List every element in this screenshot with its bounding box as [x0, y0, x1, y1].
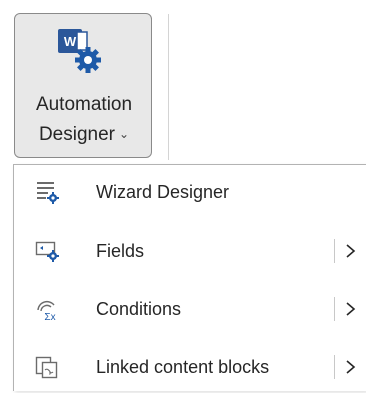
menu-item-fields[interactable]: Fields	[14, 227, 366, 277]
automation-designer-dropdown-menu: Wizard Designer Fields Σx Conditions Lin…	[13, 164, 366, 391]
submenu-separator	[334, 239, 335, 263]
submenu-separator	[334, 355, 335, 379]
chevron-right-icon	[344, 297, 358, 321]
chevron-right-icon	[344, 239, 358, 263]
ribbon-divider	[168, 14, 169, 160]
automation-designer-button[interactable]: W Automation Designer ⌄	[14, 13, 152, 158]
wizard-designer-icon	[34, 179, 60, 205]
menu-item-wizard-designer[interactable]: Wizard Designer	[14, 168, 366, 218]
button-label-line1: Automation	[35, 94, 133, 115]
word-gear-icon: W	[50, 26, 106, 82]
linked-content-blocks-icon	[34, 354, 60, 380]
menu-item-linked-content-blocks[interactable]: Linked content blocks	[14, 343, 366, 393]
menu-item-label: Wizard Designer	[96, 182, 230, 202]
conditions-icon: Σx	[34, 296, 60, 323]
button-label-line2: Designer ⌄	[38, 124, 130, 145]
menu-item-label: Fields	[96, 241, 145, 261]
chevron-right-icon	[344, 355, 358, 379]
menu-item-conditions[interactable]: Σx Conditions	[14, 285, 366, 335]
submenu-separator	[334, 297, 335, 321]
svg-text:W: W	[64, 34, 77, 49]
menu-item-label: Conditions	[96, 299, 182, 319]
svg-text:Σx: Σx	[44, 312, 55, 322]
menu-item-label: Linked content blocks	[96, 357, 270, 377]
chevron-down-icon: ⌄	[118, 127, 130, 141]
fields-icon	[34, 238, 60, 264]
ribbon: W Automation Designer ⌄	[0, 0, 366, 164]
